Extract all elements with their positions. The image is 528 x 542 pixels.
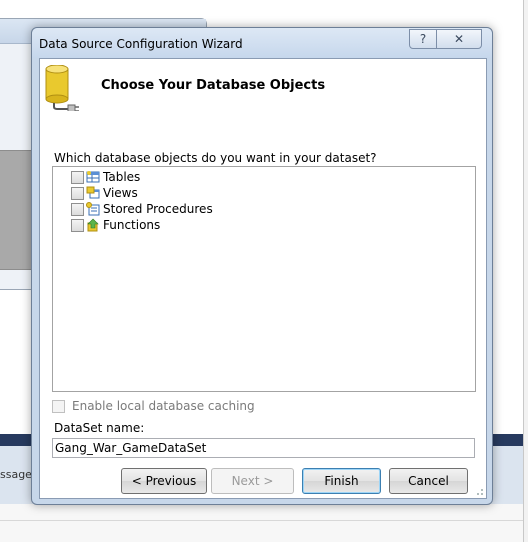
database-plug-icon — [45, 65, 79, 111]
views-checkbox[interactable] — [71, 186, 84, 200]
local-caching-option: Enable local database caching — [52, 399, 255, 413]
next-button: Next > — [211, 468, 294, 494]
function-icon — [87, 218, 99, 232]
dataset-name-label: DataSet name: — [54, 421, 145, 435]
wizard-header: Choose Your Database Objects — [40, 59, 486, 117]
dialog-title: Data Source Configuration Wizard — [39, 37, 243, 51]
data-source-wizard-dialog: Data Source Configuration Wizard ? ✕ Cho… — [31, 27, 493, 505]
local-caching-checkbox — [52, 399, 65, 413]
tree-item-views[interactable]: Views — [71, 185, 138, 201]
tables-checkbox[interactable] — [71, 170, 84, 184]
previous-button[interactable]: < Previous — [121, 468, 207, 494]
tree-item-label: Views — [103, 186, 138, 200]
resize-grip-icon[interactable] — [474, 486, 484, 496]
help-icon: ? — [419, 32, 427, 46]
background-divider — [0, 520, 528, 521]
objects-question-label: Which database objects do you want in yo… — [54, 151, 377, 165]
local-caching-label: Enable local database caching — [72, 399, 255, 413]
tree-item-label: Stored Procedures — [103, 202, 213, 216]
background-right-edge — [523, 0, 528, 542]
database-objects-tree[interactable]: Tables Views Stored Procedures Functions — [52, 166, 476, 392]
tree-item-functions[interactable]: Functions — [71, 217, 160, 233]
tree-item-label: Tables — [103, 170, 141, 184]
close-icon: ✕ — [453, 32, 465, 46]
page-title: Choose Your Database Objects — [101, 78, 326, 93]
background-bottom-area — [0, 504, 528, 542]
close-button[interactable]: ✕ — [436, 29, 482, 49]
dialog-titlebar[interactable]: Data Source Configuration Wizard ? ✕ — [32, 28, 492, 58]
functions-checkbox[interactable] — [71, 218, 84, 232]
finish-button[interactable]: Finish — [302, 468, 381, 494]
tree-item-stored-procedures[interactable]: Stored Procedures — [71, 201, 213, 217]
help-button[interactable]: ? — [409, 29, 437, 49]
table-icon — [86, 171, 100, 183]
stored-procedure-icon — [86, 202, 100, 216]
dialog-client-area: Choose Your Database Objects Which datab… — [39, 58, 487, 499]
cancel-button[interactable]: Cancel — [389, 468, 468, 494]
view-icon — [86, 186, 100, 199]
dataset-name-input[interactable]: Gang_War_GameDataSet — [52, 438, 475, 458]
tree-item-tables[interactable]: Tables — [71, 169, 140, 185]
wizard-button-bar: < Previous Next > Finish Cancel — [40, 468, 486, 498]
tree-item-label: Functions — [103, 218, 161, 232]
stored-procedures-checkbox[interactable] — [71, 202, 84, 216]
